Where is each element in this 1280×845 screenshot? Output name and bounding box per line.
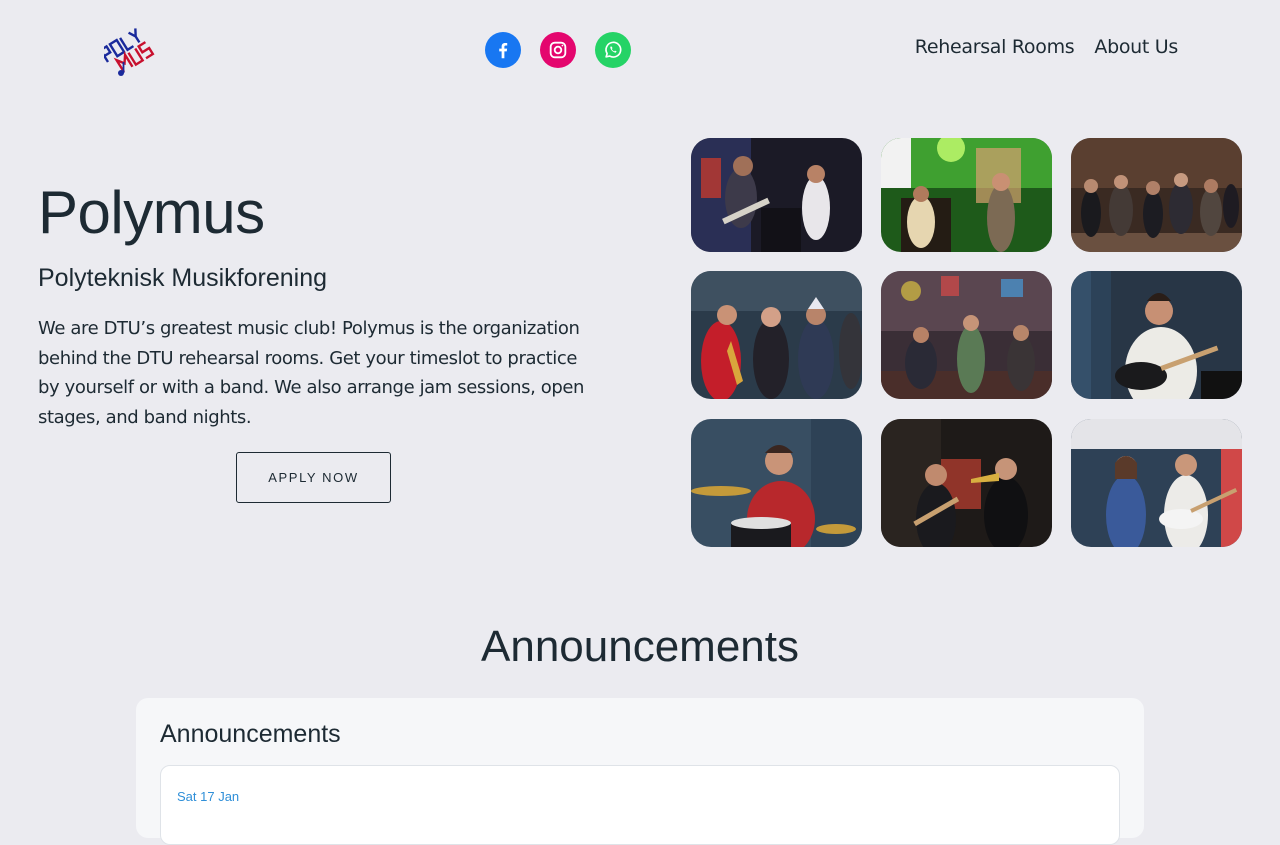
- dance-crowd-photo[interactable]: [1071, 138, 1242, 252]
- site-header: Rehearsal Rooms About Us: [0, 0, 1280, 100]
- drummer-photo[interactable]: [691, 419, 862, 547]
- page-title: Polymus: [38, 179, 265, 246]
- apply-now-button[interactable]: APPLY NOW: [236, 452, 391, 503]
- facebook-icon[interactable]: [485, 32, 521, 68]
- band-guitar-concert-photo[interactable]: [691, 138, 862, 252]
- announcements-card-title: Announcements: [160, 720, 341, 748]
- announcements-heading: Announcements: [481, 622, 799, 671]
- nav-about-us[interactable]: About Us: [1094, 36, 1178, 58]
- whatsapp-icon[interactable]: [595, 32, 631, 68]
- trumpet-guitar-duo-photo[interactable]: [881, 419, 1052, 547]
- announcements-card: Announcements Sat 17 Jan: [136, 698, 1144, 845]
- saxophone-singers-photo[interactable]: [691, 271, 862, 399]
- page-subtitle: Polyteknisk Musikforening: [38, 264, 328, 292]
- instagram-icon[interactable]: [540, 32, 576, 68]
- hero-description: We are DTU’s greatest music club! Polymu…: [38, 318, 585, 428]
- polymus-logo[interactable]: [98, 22, 178, 80]
- nav-rehearsal-rooms[interactable]: Rehearsal Rooms: [915, 36, 1075, 58]
- singer-guitarist-duo-photo[interactable]: [1071, 419, 1242, 547]
- announcement-date: Sat 17 Jan: [177, 789, 240, 804]
- jam-session-photo[interactable]: [881, 271, 1052, 399]
- social-links: [485, 32, 631, 68]
- green-stage-concert-photo[interactable]: [881, 138, 1052, 252]
- guitarist-rehearsal-photo[interactable]: [1071, 271, 1242, 399]
- announcement-item[interactable]: Sat 17 Jan: [160, 765, 1120, 845]
- main-nav: Rehearsal Rooms About Us: [915, 36, 1179, 58]
- photo-gallery: [691, 138, 1242, 547]
